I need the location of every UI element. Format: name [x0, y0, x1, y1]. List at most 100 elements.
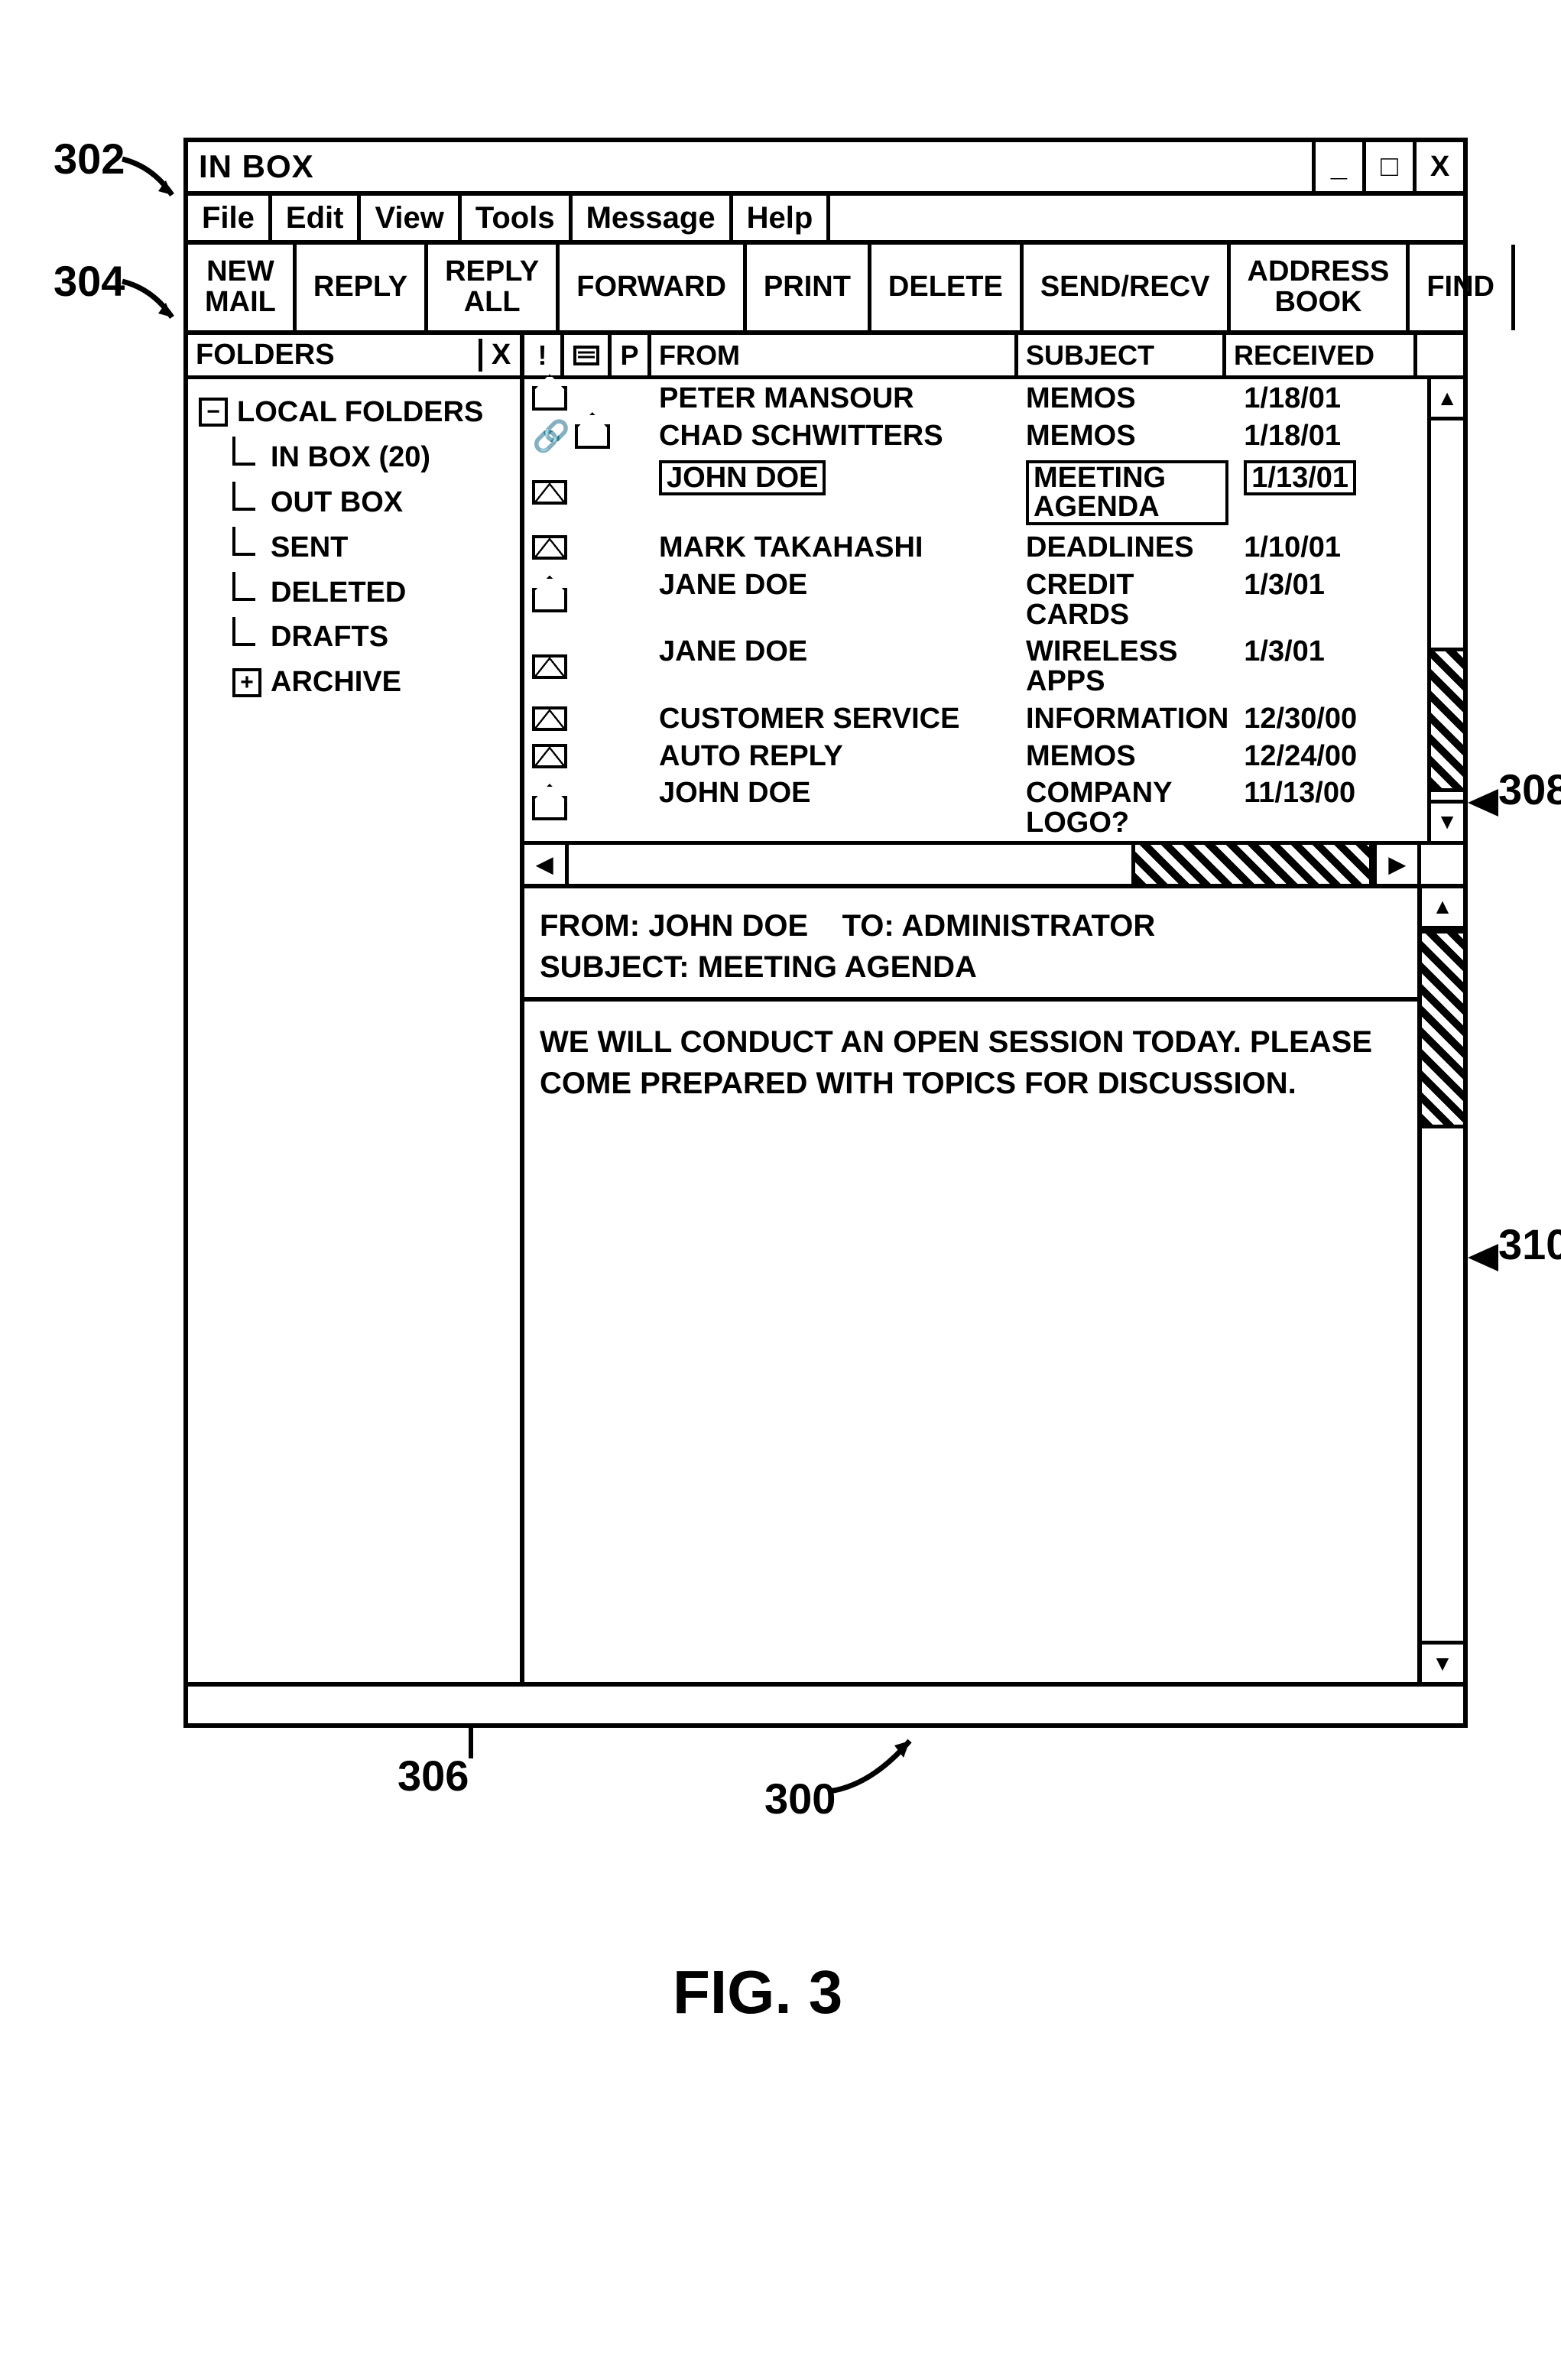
window-title: IN BOX	[188, 142, 1312, 191]
page-icon	[573, 346, 599, 365]
tb-print[interactable]: PRINT	[747, 245, 871, 330]
tb-delete[interactable]: DELETE	[871, 245, 1024, 330]
pv-scroll-track[interactable]	[1422, 930, 1463, 1641]
row-subject: MEMOS	[1018, 742, 1236, 771]
message-row[interactable]: JANE DOECREDIT CARDS1/3/01	[524, 566, 1427, 633]
row-from: CUSTOMER SERVICE	[651, 704, 1018, 734]
col-subject[interactable]: SUBJECT	[1018, 335, 1226, 375]
pv-body-line1: WE WILL CONDUCT AN OPEN SESSION TODAY. P…	[540, 1021, 1402, 1063]
tree-deleted[interactable]: DELETED	[232, 570, 512, 615]
menu-file[interactable]: File	[188, 196, 272, 240]
tree-inbox[interactable]: IN BOX (20)	[232, 435, 512, 480]
maximize-button[interactable]: □	[1362, 142, 1413, 191]
scroll-right-icon[interactable]: ▶	[1373, 845, 1417, 884]
list-hscrollbar[interactable]: ◀ ▶	[524, 841, 1463, 884]
message-row[interactable]: MARK TAKAHASHIDEADLINES1/10/01	[524, 528, 1427, 566]
callout-308: 308	[1498, 765, 1561, 814]
folders-header-label: FOLDERS	[188, 339, 479, 372]
tb-find[interactable]: FIND	[1410, 245, 1515, 330]
scroll-down-icon[interactable]: ▼	[1431, 800, 1463, 841]
pv-scroll-up-icon[interactable]: ▲	[1422, 888, 1463, 930]
row-from: JOHN DOE	[651, 460, 1018, 526]
tb-reply-all[interactable]: REPLYALL	[428, 245, 560, 330]
arrow-308	[1468, 787, 1506, 818]
folder-tree: − LOCAL FOLDERS IN BOX (20) OUT BOX SENT…	[188, 379, 520, 713]
tb-address[interactable]: ADDRESSBOOK	[1231, 245, 1410, 330]
message-row[interactable]: JANE DOEWIRELESS APPS1/3/01	[524, 632, 1427, 700]
tree-outbox[interactable]: OUT BOX	[232, 480, 512, 525]
row-subject: MEMOS	[1018, 421, 1236, 453]
menu-tools[interactable]: Tools	[462, 196, 573, 240]
message-row[interactable]: 🔗CHAD SCHWITTERSMEMOS1/18/01	[524, 417, 1427, 456]
tb-new-mail[interactable]: NEWMAIL	[188, 245, 297, 330]
message-list-panel: ! P FROM SUBJECT RECEIVED PETER MANSOURM…	[524, 335, 1463, 888]
row-subject: INFORMATION	[1018, 704, 1236, 734]
tree-archive[interactable]: + ARCHIVE	[232, 660, 512, 705]
tb-send-recv[interactable]: SEND/RECV	[1024, 245, 1231, 330]
envelope-closed-icon	[532, 706, 567, 731]
menu-message[interactable]: Message	[573, 196, 733, 240]
col-from[interactable]: FROM	[651, 335, 1018, 375]
tree-sent[interactable]: SENT	[232, 525, 512, 570]
list-vscrollbar[interactable]: ▲ ▼	[1427, 379, 1463, 841]
row-received: 1/10/01	[1236, 533, 1427, 563]
pv-scroll-thumb[interactable]	[1422, 930, 1463, 1128]
tree-root[interactable]: − LOCAL FOLDERS	[199, 390, 512, 435]
row-icons	[524, 460, 651, 526]
arrow-302	[118, 153, 187, 206]
pv-scroll-down-icon[interactable]: ▼	[1422, 1641, 1463, 1682]
envelope-open-icon	[532, 588, 567, 612]
col-scroll-gap	[1417, 335, 1463, 375]
envelope-open-icon	[575, 424, 610, 449]
minimize-button[interactable]: _	[1312, 142, 1362, 191]
expand-icon[interactable]: +	[232, 668, 261, 697]
scroll-up-icon[interactable]: ▲	[1431, 379, 1463, 420]
col-readstate-icon[interactable]	[564, 335, 612, 375]
message-row[interactable]: CUSTOMER SERVICEINFORMATION12/30/00	[524, 700, 1427, 737]
menu-edit[interactable]: Edit	[272, 196, 362, 240]
tb-reply[interactable]: REPLY	[297, 245, 428, 330]
message-row[interactable]: JOHN DOECOMPANY LOGO?11/13/00	[524, 774, 1427, 841]
attachment-icon: 🔗	[532, 421, 570, 453]
menu-help[interactable]: Help	[733, 196, 831, 240]
scroll-left-icon[interactable]: ◀	[524, 845, 569, 884]
callout-304: 304	[54, 256, 125, 306]
menu-view[interactable]: View	[361, 196, 461, 240]
toolbar: NEWMAIL REPLY REPLYALL FORWARD PRINT DEL…	[188, 245, 1463, 335]
tb-forward[interactable]: FORWARD	[560, 245, 747, 330]
col-p[interactable]: P	[612, 335, 651, 375]
envelope-closed-icon	[532, 535, 567, 560]
hscroll-thumb[interactable]	[1131, 845, 1373, 884]
title-bar: IN BOX _ □ X	[188, 142, 1463, 196]
pv-from: JOHN DOE	[648, 909, 808, 943]
row-from: JOHN DOE	[651, 778, 1018, 838]
pv-subject-label: SUBJECT:	[540, 950, 690, 984]
message-row[interactable]: PETER MANSOURMEMOS1/18/01	[524, 379, 1427, 417]
message-row[interactable]: JOHN DOEMEETING AGENDA1/13/01	[524, 456, 1427, 529]
callout-302: 302	[54, 134, 125, 183]
pv-subject: MEETING AGENDA	[698, 950, 977, 984]
row-received: 11/13/00	[1236, 778, 1427, 838]
preview-vscrollbar[interactable]: ▲ ▼	[1417, 888, 1463, 1682]
tree-drafts[interactable]: DRAFTS	[232, 615, 512, 660]
row-icons	[524, 742, 651, 771]
folders-close-button[interactable]: X	[479, 339, 520, 372]
hscroll-track[interactable]	[569, 845, 1373, 884]
col-priority[interactable]: !	[524, 335, 564, 375]
row-received: 1/18/01	[1236, 421, 1427, 453]
row-received: 1/3/01	[1236, 637, 1427, 696]
col-received[interactable]: RECEIVED	[1226, 335, 1417, 375]
preview-panel: FROM: JOHN DOE TO: ADMINISTRATOR SUBJECT…	[524, 888, 1463, 1682]
scroll-corner	[1417, 845, 1463, 884]
close-button[interactable]: X	[1413, 142, 1463, 191]
row-subject: MEETING AGENDA	[1018, 460, 1236, 526]
scroll-track[interactable]	[1431, 420, 1463, 800]
pv-body-line2: COME PREPARED WITH TOPICS FOR DISCUSSION…	[540, 1063, 1402, 1104]
collapse-icon[interactable]: −	[199, 398, 228, 427]
folders-header: FOLDERS X	[188, 335, 520, 379]
row-icons	[524, 704, 651, 734]
row-icons	[524, 637, 651, 696]
message-row[interactable]: AUTO REPLYMEMOS12/24/00	[524, 737, 1427, 774]
scroll-thumb[interactable]	[1431, 648, 1463, 791]
row-from: AUTO REPLY	[651, 742, 1018, 771]
